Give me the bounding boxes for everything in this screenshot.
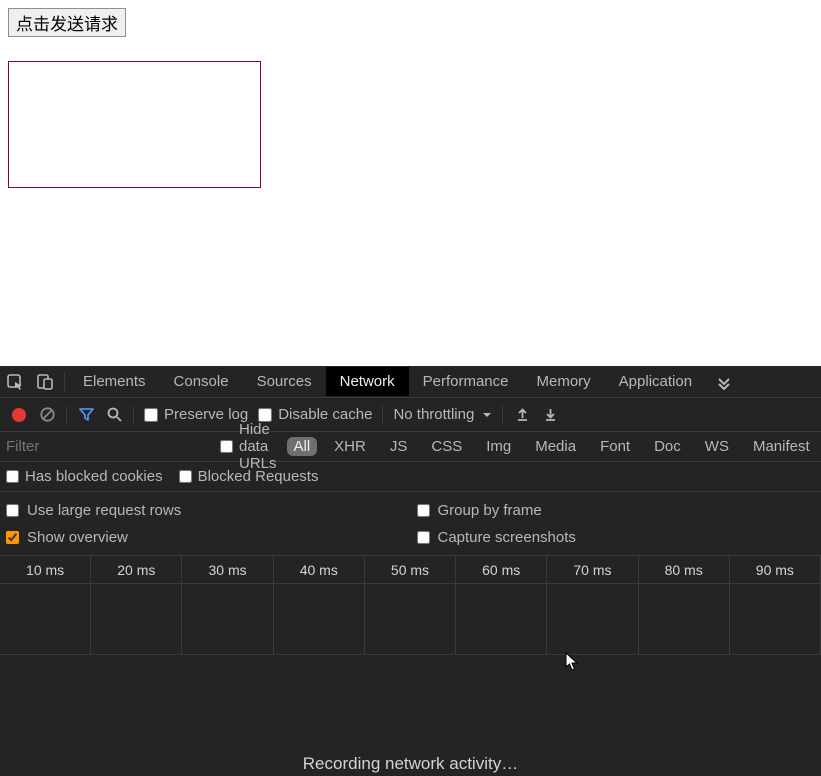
throttling-select[interactable]: No throttling — [393, 406, 492, 423]
options-col-right: Group by frame Capture screenshots — [411, 492, 821, 555]
type-img[interactable]: Img — [479, 437, 518, 456]
chevron-down-icon — [482, 410, 492, 420]
inspect-element-icon[interactable] — [0, 366, 30, 398]
tab-performance[interactable]: Performance — [409, 367, 523, 396]
blocked-requests-checkbox[interactable]: Blocked Requests — [179, 468, 319, 485]
group-by-frame-checkbox[interactable]: Group by frame — [417, 502, 821, 519]
timeline-tick: 70 ms — [547, 556, 638, 583]
timeline-tick: 90 ms — [730, 556, 821, 583]
timeline-tick: 20 ms — [91, 556, 182, 583]
filter-input[interactable] — [0, 434, 210, 459]
show-overview-checkbox[interactable]: Show overview — [6, 529, 411, 546]
upload-icon[interactable] — [513, 406, 531, 424]
throttling-label: No throttling — [393, 406, 474, 423]
capture-screenshots-label: Capture screenshots — [438, 529, 576, 546]
device-toggle-icon[interactable] — [30, 366, 60, 398]
has-blocked-cookies-label: Has blocked cookies — [25, 468, 163, 485]
filter-bar-2: Has blocked cookies Blocked Requests — [0, 462, 821, 492]
more-tabs-icon[interactable] — [706, 374, 742, 390]
resource-type-filters: All XHR JS CSS Img Media Font Doc WS Man… — [287, 437, 821, 456]
separator — [382, 406, 383, 424]
blocked-requests-label: Blocked Requests — [198, 468, 319, 485]
show-overview-label: Show overview — [27, 529, 128, 546]
type-xhr[interactable]: XHR — [327, 437, 373, 456]
type-font[interactable]: Font — [593, 437, 637, 456]
tab-network[interactable]: Network — [326, 367, 409, 396]
timeline-tick: 40 ms — [274, 556, 365, 583]
timeline-header: 10 ms 20 ms 30 ms 40 ms 50 ms 60 ms 70 m… — [0, 556, 821, 584]
tab-application[interactable]: Application — [605, 367, 706, 396]
group-by-frame-label: Group by frame — [438, 502, 542, 519]
type-ws[interactable]: WS — [698, 437, 736, 456]
timeline-tick: 30 ms — [182, 556, 273, 583]
capture-screenshots-checkbox[interactable]: Capture screenshots — [417, 529, 821, 546]
recording-status-message: Recording network activity… — [0, 655, 821, 776]
timeline-body — [0, 584, 821, 654]
network-toolbar: Preserve log Disable cache No throttling — [0, 398, 821, 432]
output-box — [8, 61, 261, 188]
search-icon[interactable] — [105, 406, 123, 424]
page-content: 点击发送请求 — [0, 0, 821, 366]
download-icon[interactable] — [541, 406, 559, 424]
devtools-tabs-bar: Elements Console Sources Network Perform… — [0, 366, 821, 398]
tab-console[interactable]: Console — [160, 367, 243, 396]
filter-bar: Hide data URLs All XHR JS CSS Img Media … — [0, 432, 821, 462]
options-col-left: Use large request rows Show overview — [0, 492, 411, 555]
timeline-tick: 80 ms — [639, 556, 730, 583]
use-large-rows-checkbox[interactable]: Use large request rows — [6, 502, 411, 519]
type-manifest[interactable]: Manifest — [746, 437, 817, 456]
type-media[interactable]: Media — [528, 437, 583, 456]
separator — [133, 406, 134, 424]
disable-cache-label: Disable cache — [278, 406, 372, 423]
timeline-tick: 10 ms — [0, 556, 91, 583]
tab-elements[interactable]: Elements — [69, 367, 160, 396]
type-doc[interactable]: Doc — [647, 437, 688, 456]
timeline-tick: 50 ms — [365, 556, 456, 583]
filter-icon[interactable] — [77, 406, 95, 424]
tab-memory[interactable]: Memory — [523, 367, 605, 396]
timeline-overview[interactable]: 10 ms 20 ms 30 ms 40 ms 50 ms 60 ms 70 m… — [0, 556, 821, 655]
timeline-tick: 60 ms — [456, 556, 547, 583]
send-request-button[interactable]: 点击发送请求 — [8, 8, 126, 37]
type-js[interactable]: JS — [383, 437, 415, 456]
separator — [66, 406, 67, 424]
network-options: Use large request rows Show overview Gro… — [0, 492, 821, 556]
clear-icon[interactable] — [38, 406, 56, 424]
use-large-rows-label: Use large request rows — [27, 502, 181, 519]
record-button[interactable] — [10, 406, 28, 424]
type-all[interactable]: All — [287, 437, 318, 456]
has-blocked-cookies-checkbox[interactable]: Has blocked cookies — [6, 468, 163, 485]
tab-sources[interactable]: Sources — [243, 367, 326, 396]
separator — [64, 372, 65, 392]
type-css[interactable]: CSS — [424, 437, 469, 456]
devtools-panel: Elements Console Sources Network Perform… — [0, 366, 821, 776]
separator — [502, 406, 503, 424]
